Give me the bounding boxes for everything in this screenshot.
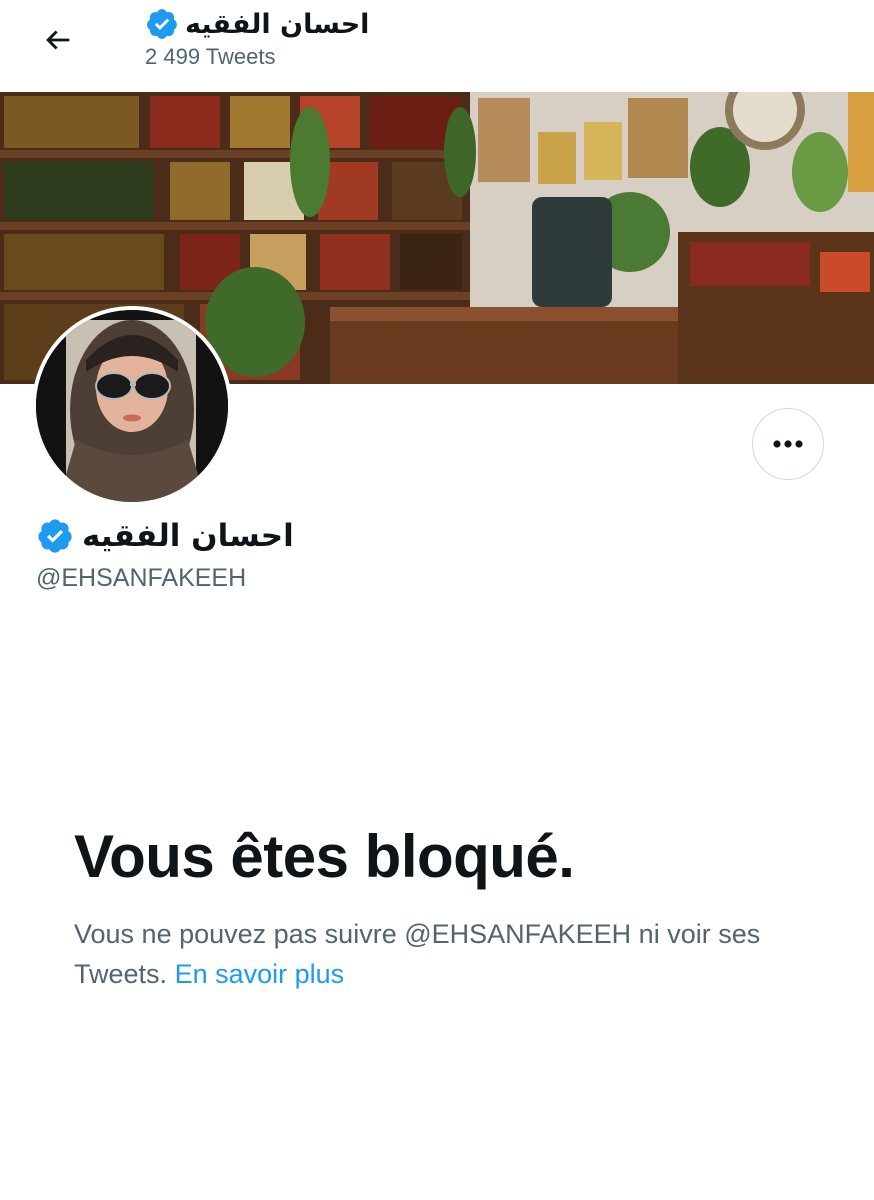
user-photo <box>36 310 228 502</box>
arrow-left-icon <box>46 30 70 50</box>
more-options-button[interactable] <box>752 408 824 480</box>
learn-more-link[interactable]: En savoir plus <box>175 959 345 989</box>
blocked-title: Vous êtes bloqué. <box>74 823 575 890</box>
avatar-image <box>36 310 228 502</box>
header-title: احسان الفقيه <box>145 4 369 44</box>
profile-display-name: احسان الفقيه <box>36 514 294 558</box>
display-name-text: احسان الفقيه <box>82 518 294 554</box>
header-name: احسان الفقيه <box>185 8 370 40</box>
top-header: احسان الفقيه 2 499 Tweets <box>0 0 874 90</box>
tweet-count: 2 499 Tweets <box>145 44 276 69</box>
blocked-message: Vous ne pouvez pas suivre @EHSANFAKEEH n… <box>74 914 794 994</box>
verified-badge-icon <box>38 519 72 553</box>
more-dots-icon <box>773 440 803 448</box>
back-button[interactable] <box>36 18 80 62</box>
profile-avatar[interactable] <box>32 306 232 506</box>
verified-badge-icon <box>147 9 177 39</box>
profile-handle: @EHSANFAKEEH <box>36 564 247 592</box>
